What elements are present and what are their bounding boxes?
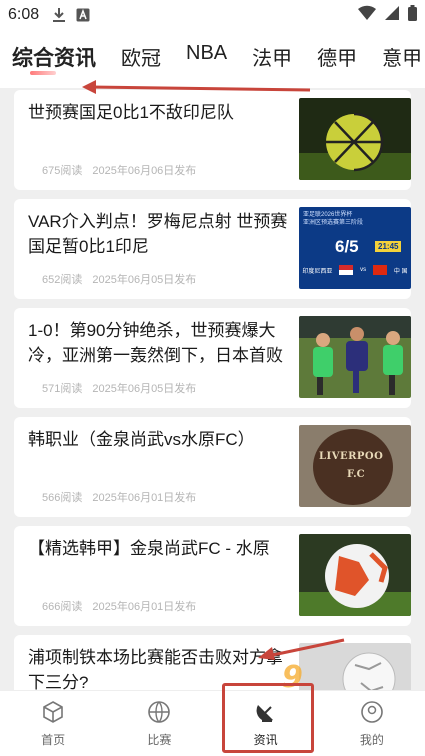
news-thumbnail-match-poster: 亚足联2026世界杯 亚洲区预选赛第三阶段 6/5 21:45 印度尼西亚 vs… <box>299 207 411 289</box>
poster-team-right: 中 国 <box>393 268 408 275</box>
nav-home-label: 首页 <box>41 733 66 747</box>
publish-date: 2025年06月01日发布 <box>92 601 197 613</box>
news-thumbnail-soccer-ball <box>299 98 411 180</box>
china-flag-icon <box>373 265 388 275</box>
profile-icon <box>361 701 383 723</box>
news-thumbnail-ball-closeup <box>299 534 411 616</box>
news-thumbnail-players <box>299 316 411 398</box>
publish-date: 2025年06月06日发布 <box>92 165 197 177</box>
satellite-dish-icon <box>256 705 273 722</box>
news-meta: 571阅读 2025年06月05日发布 <box>42 380 196 396</box>
read-count: 571阅读 <box>42 383 83 395</box>
globe-icon <box>148 701 171 723</box>
tab-serie-a[interactable]: 意甲 <box>382 30 422 71</box>
news-card[interactable]: 1-0！第90分钟绝杀，世预赛爆大冷，亚洲第一轰然倒下，日本首败 571阅读 20… <box>14 308 411 408</box>
poster-line2: 亚洲区预选赛第三阶段 <box>303 220 364 226</box>
news-title: 韩职业（金泉尚武vs水原FC） <box>28 430 255 449</box>
poster-time: 21:45 <box>375 241 402 252</box>
news-card[interactable]: VAR介入判点！罗梅尼点射 世预赛国足暂0比1印尼 652阅读 2025年06月0… <box>14 199 411 299</box>
read-count: 666阅读 <box>42 601 83 613</box>
news-card[interactable]: 浦项制铁本场比赛能否击败对方拿下三分? <box>14 635 411 690</box>
nav-home[interactable]: 首页 <box>0 691 106 756</box>
ball-text-fc: F.C <box>347 469 365 480</box>
tab-general-news[interactable]: 综合资讯 <box>12 30 96 72</box>
ball-text-liverpool: LIVERPOO <box>319 451 384 462</box>
nav-profile-label: 我的 <box>359 733 384 747</box>
tab-bundesliga[interactable]: 德甲 <box>317 30 357 71</box>
news-thumbnail-white-ball <box>299 643 411 690</box>
category-tab-bar: 综合资讯 欧冠 NBA 法甲 德甲 意甲 <box>0 30 425 88</box>
news-feed[interactable]: 世预赛国足0比1不敌印尼队 675阅读 2025年06月06日发布 VAR介入判点… <box>0 88 425 690</box>
news-card[interactable]: 【精选韩甲】金泉尚武FC - 水原 666阅读 2025年06月01日发布 <box>14 526 411 626</box>
news-meta: 652阅读 2025年06月05日发布 <box>42 271 196 287</box>
nav-news-label: 资讯 <box>253 733 278 747</box>
news-card[interactable]: 韩职业（金泉尚武vs水原FC） 566阅读 2025年06月01日发布 LIVER… <box>14 417 411 517</box>
download-icon <box>51 7 67 23</box>
news-meta: 675阅读 2025年06月06日发布 <box>42 162 196 178</box>
tab-ucl[interactable]: 欧冠 <box>121 30 161 71</box>
poster-date: 6/5 <box>335 237 359 256</box>
active-tab-indicator <box>30 71 56 75</box>
news-card[interactable]: 世预赛国足0比1不敌印尼队 675阅读 2025年06月06日发布 <box>14 90 411 190</box>
nav-profile[interactable]: 我的 <box>319 691 425 756</box>
read-count: 652阅读 <box>42 274 83 286</box>
news-title: 1-0！第90分钟绝杀，世预赛爆大冷，亚洲第一轰然倒下，日本首败 <box>28 321 283 365</box>
read-count: 566阅读 <box>42 492 83 504</box>
publish-date: 2025年06月05日发布 <box>92 383 197 395</box>
battery-icon <box>408 4 417 26</box>
bottom-navigation: 首页 比赛 资讯 我的 <box>0 690 425 756</box>
tab-nba[interactable]: NBA <box>186 30 227 65</box>
publish-date: 2025年06月05日发布 <box>92 274 197 286</box>
news-title: 【精选韩甲】金泉尚武FC - 水原 <box>28 539 270 558</box>
tab-ligue1[interactable]: 法甲 <box>252 30 292 71</box>
publish-date: 2025年06月01日发布 <box>92 492 197 504</box>
status-bar: 6:08 <box>0 0 425 30</box>
indonesia-flag-icon <box>339 265 354 275</box>
poster-team-left: 印度尼西亚 <box>302 268 333 275</box>
read-count: 675阅读 <box>42 165 83 177</box>
poster-line1: 亚足联2026世界杯 <box>303 212 353 218</box>
nav-matches-label: 比赛 <box>147 733 172 747</box>
status-time: 6:08 <box>8 6 40 23</box>
news-meta: 666阅读 2025年06月01日发布 <box>42 598 196 614</box>
signal-icon <box>384 5 400 26</box>
news-title: 浦项制铁本场比赛能否击败对方拿下三分? <box>28 648 283 690</box>
news-title: 世预赛国足0比1不敌印尼队 <box>28 103 234 122</box>
poster-vs: vs <box>360 267 367 273</box>
news-thumbnail-vintage-ball: LIVERPOO F.C <box>299 425 411 507</box>
font-icon <box>75 7 91 23</box>
cube-icon <box>43 701 63 723</box>
news-meta: 566阅读 2025年06月01日发布 <box>42 489 196 505</box>
news-title: VAR介入判点！罗梅尼点射 世预赛国足暂0比1印尼 <box>28 212 288 256</box>
nav-matches[interactable]: 比赛 <box>106 691 212 756</box>
wifi-icon <box>358 5 376 26</box>
nav-news[interactable]: 资讯 <box>213 691 319 756</box>
